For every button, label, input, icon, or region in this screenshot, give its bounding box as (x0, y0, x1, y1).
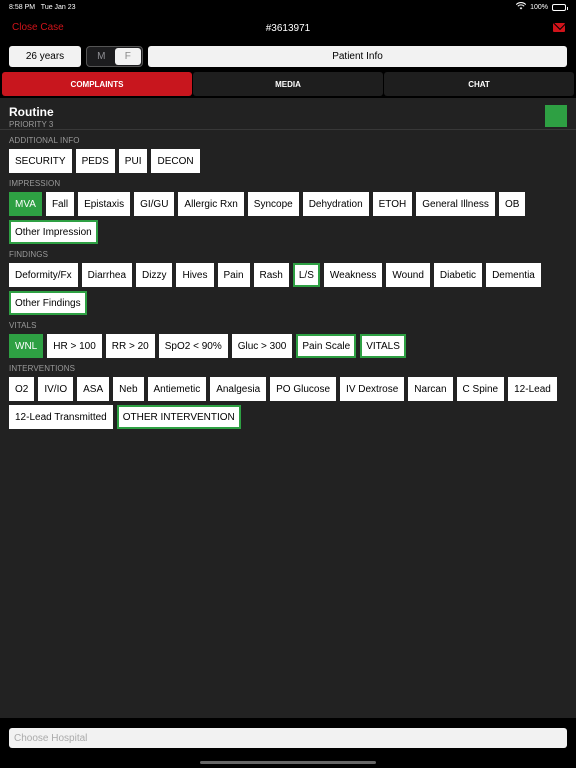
battery-percent: 100% (530, 3, 548, 11)
chip-spo2-90[interactable]: SpO2 < 90% (158, 334, 228, 358)
chip-other-intervention[interactable]: OTHER INTERVENTION (116, 405, 241, 429)
priority-level: PRIORITY 3 (9, 120, 54, 129)
battery-icon (552, 3, 568, 11)
chip-hives[interactable]: Hives (176, 263, 214, 287)
footer: Choose Hospital (0, 718, 576, 768)
tab-bar: COMPLAINTS MEDIA CHAT (0, 70, 576, 98)
chip-pain[interactable]: Pain (217, 263, 250, 287)
case-number-title: #3613971 (265, 22, 311, 34)
chip-l-s[interactable]: L/S (292, 263, 320, 287)
sex-option-m[interactable]: M (88, 48, 115, 65)
chip-neb[interactable]: Neb (113, 377, 144, 401)
chip-analgesia[interactable]: Analgesia (210, 377, 267, 401)
chip-group-impression: MVA Fall Epistaxis GI/GU Allergic Rxn Syncope… (9, 192, 567, 244)
choose-hospital-field[interactable]: Choose Hospital (9, 728, 567, 748)
patient-bar: 26 years M F Patient Info (0, 42, 576, 70)
age-button[interactable]: 26 years (9, 45, 81, 67)
chip-other-impression[interactable]: Other Impression (9, 220, 98, 244)
chip-12-lead[interactable]: 12-Lead (508, 377, 557, 401)
chip-wound[interactable]: Wound (386, 263, 430, 287)
chip-pui[interactable]: PUI (118, 149, 148, 173)
chip-rr-20[interactable]: RR > 20 (105, 334, 155, 358)
chip-hr-100[interactable]: HR > 100 (47, 334, 102, 358)
status-right: 100% (515, 2, 568, 12)
chip-group-additional-info: SECURITY PEDS PUI DECON (9, 149, 567, 173)
chip-group-findings: Deformity/Fx Diarrhea Dizzy Hives Pain Rash L/… (9, 263, 567, 315)
chip-diabetic[interactable]: Diabetic (433, 263, 483, 287)
nav-bar: Close Case #3613971 (0, 14, 576, 42)
mail-icon[interactable] (553, 23, 565, 32)
chip-diarrhea[interactable]: Diarrhea (81, 263, 133, 287)
chip-etoh[interactable]: ETOH (372, 192, 413, 216)
chip-asa[interactable]: ASA (77, 377, 110, 401)
chip-o2[interactable]: O2 (9, 377, 35, 401)
chip-gi-gu[interactable]: GI/GU (134, 192, 175, 216)
chip-mva[interactable]: MVA (9, 192, 42, 216)
chip-po-glucose[interactable]: PO Glucose (270, 377, 337, 401)
patient-info-button[interactable]: Patient Info (148, 45, 567, 67)
chip-general-illness[interactable]: General Illness (416, 192, 495, 216)
chip-vitals[interactable]: VITALS (360, 334, 406, 358)
chip-security[interactable]: SECURITY (9, 149, 72, 173)
chip-syncope[interactable]: Syncope (247, 192, 299, 216)
close-case-button[interactable]: Close Case (12, 22, 64, 33)
chip-dehydration[interactable]: Dehydration (302, 192, 369, 216)
chip-group-vitals: WNL HR > 100 RR > 20 SpO2 < 90% Gluc > 300 Pa… (9, 334, 567, 358)
chip-fall[interactable]: Fall (45, 192, 75, 216)
section-label-additional-info: ADDITIONAL INFO (9, 136, 80, 145)
tab-media[interactable]: MEDIA (193, 72, 383, 96)
status-bar: 8:58 PM Tue Jan 23 100% (0, 0, 576, 14)
chip-allergic-rxn[interactable]: Allergic Rxn (178, 192, 244, 216)
chip-peds[interactable]: PEDS (75, 149, 115, 173)
chip-other-findings[interactable]: Other Findings (9, 291, 87, 315)
chip-group-interventions: O2 IV/IO ASA Neb Antiemetic Analgesia PO Gluco… (9, 377, 567, 429)
tab-complaints[interactable]: COMPLAINTS (2, 72, 192, 96)
chip-weakness[interactable]: Weakness (323, 263, 383, 287)
chip-dementia[interactable]: Dementia (486, 263, 541, 287)
section-label-impression: IMPRESSION (9, 179, 61, 188)
chip-c-spine[interactable]: C Spine (456, 377, 505, 401)
chip-decon[interactable]: DECON (151, 149, 200, 173)
complaints-panel: ADDITIONAL INFO SECURITY PEDS PUI DECON IMPRE… (0, 136, 576, 429)
chip-iv-dextrose[interactable]: IV Dextrose (340, 377, 405, 401)
chip-ob[interactable]: OB (498, 192, 526, 216)
priority-header: Routine PRIORITY 3 (0, 98, 576, 130)
chip-iv-io[interactable]: IV/IO (38, 377, 74, 401)
tab-chat[interactable]: CHAT (384, 72, 574, 96)
section-label-interventions: INTERVENTIONS (9, 364, 76, 373)
sex-selector[interactable]: M F (86, 45, 143, 67)
status-date: Tue Jan 23 (40, 3, 76, 11)
section-label-vitals: VITALS (9, 321, 37, 330)
chip-antiemetic[interactable]: Antiemetic (147, 377, 207, 401)
chip-narcan[interactable]: Narcan (408, 377, 453, 401)
chip-deformity-fx[interactable]: Deformity/Fx (9, 263, 78, 287)
priority-name: Routine (9, 105, 54, 119)
section-label-findings: FINDINGS (9, 250, 49, 259)
chip-wnl[interactable]: WNL (9, 334, 44, 358)
home-indicator (200, 761, 376, 764)
sex-option-f[interactable]: F (114, 47, 141, 65)
priority-color-button[interactable] (545, 105, 567, 127)
chip-pain-scale[interactable]: Pain Scale (296, 334, 357, 358)
chip-gluc-300[interactable]: Gluc > 300 (231, 334, 293, 358)
status-left: 8:58 PM Tue Jan 23 (9, 4, 76, 11)
status-time: 8:58 PM (9, 3, 36, 11)
wifi-icon (515, 2, 527, 12)
chip-12-lead-transmitted[interactable]: 12-Lead Transmitted (9, 405, 113, 429)
chip-epistaxis[interactable]: Epistaxis (78, 192, 131, 216)
chip-dizzy[interactable]: Dizzy (136, 263, 173, 287)
chip-rash[interactable]: Rash (253, 263, 289, 287)
